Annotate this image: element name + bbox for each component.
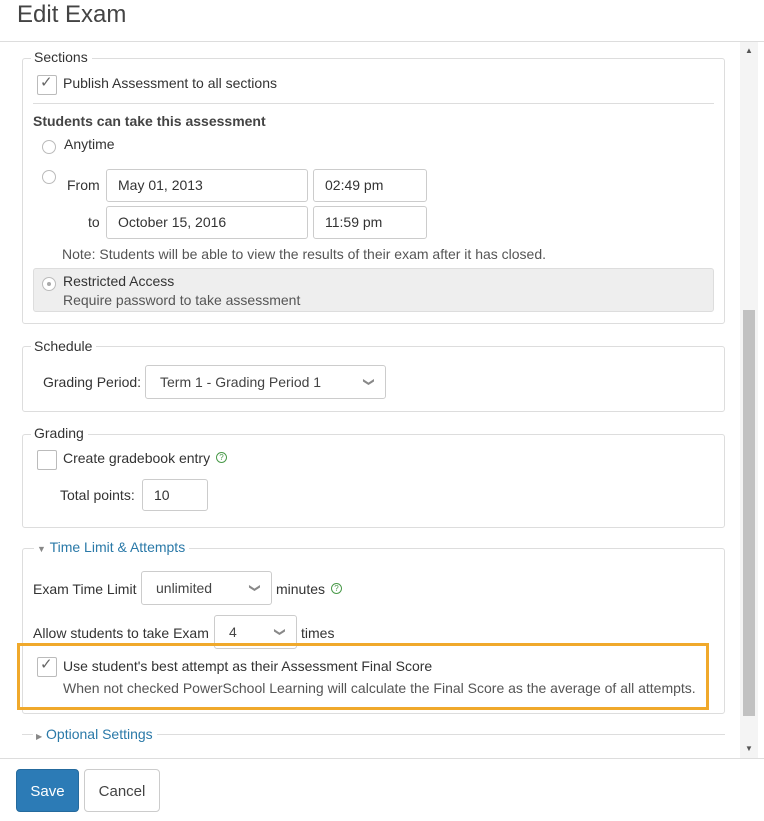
restricted-access-title: Restricted Access (63, 273, 175, 289)
chevron-down-icon: ❯ (273, 627, 286, 637)
grading-fieldset (22, 434, 725, 528)
date-range-radio[interactable] (42, 170, 56, 184)
exam-time-limit-select[interactable]: unlimited ❯ (141, 571, 272, 605)
availability-title: Students can take this assessment (33, 113, 266, 129)
to-time-input[interactable]: 11:59 pm (313, 206, 427, 239)
best-attempt-label: Use student's best attempt as their Asse… (63, 658, 433, 674)
attempts-label: Allow students to take Exam (33, 625, 209, 641)
footer-divider (0, 758, 764, 759)
time-limit-legend[interactable]: ▼ Time Limit & Attempts (34, 538, 190, 558)
expanded-triangle-icon: ▼ (37, 544, 46, 554)
grading-period-select[interactable]: Term 1 - Grading Period 1 ❯ (145, 365, 386, 399)
header-divider (0, 41, 764, 42)
gradebook-entry-label: Create gradebook entry (63, 450, 211, 466)
minutes-label: minutes (276, 581, 326, 597)
help-icon[interactable]: ? (216, 452, 227, 463)
time-limit-legend-label: Time Limit & Attempts (49, 539, 186, 555)
from-time-input[interactable]: 02:49 pm (313, 169, 427, 202)
exam-time-limit-label: Exam Time Limit (33, 581, 137, 597)
gradebook-entry-checkbox[interactable] (37, 450, 57, 470)
from-label: From (67, 177, 100, 193)
exam-time-limit-value: unlimited (156, 580, 213, 596)
anytime-radio[interactable] (42, 140, 56, 154)
best-attempt-checkbox[interactable] (37, 655, 57, 677)
total-points-input[interactable]: 10 (142, 479, 208, 511)
grading-legend: Grading (31, 424, 88, 442)
to-date-input[interactable]: October 15, 2016 (106, 206, 308, 239)
cancel-button[interactable]: Cancel (84, 769, 160, 812)
restricted-access-radio[interactable] (42, 277, 56, 291)
publish-all-sections-label: Publish Assessment to all sections (63, 75, 277, 91)
grading-period-value: Term 1 - Grading Period 1 (160, 374, 322, 390)
sections-divider (33, 103, 714, 104)
scroll-down-icon[interactable]: ▼ (740, 742, 758, 756)
sections-legend: Sections (31, 48, 92, 66)
save-button[interactable]: Save (16, 769, 79, 812)
from-date-input[interactable]: May 01, 2013 (106, 169, 308, 202)
optional-settings-label: Optional Settings (46, 726, 153, 742)
optional-settings-toggle[interactable]: ▶ Optional Settings (33, 725, 157, 746)
best-attempt-desc: When not checked PowerSchool Learning wi… (63, 680, 696, 696)
times-label: times (301, 625, 335, 641)
schedule-legend: Schedule (31, 337, 97, 355)
chevron-down-icon: ❯ (362, 377, 375, 387)
attempts-value: 4 (229, 624, 237, 640)
chevron-down-icon: ❯ (248, 583, 261, 593)
collapsed-triangle-icon: ▶ (36, 732, 43, 741)
anytime-label: Anytime (64, 136, 115, 152)
page-title: Edit Exam (17, 1, 127, 28)
to-label: to (88, 214, 100, 230)
scrollbar-thumb[interactable] (743, 310, 755, 716)
grading-period-label: Grading Period: (43, 374, 142, 390)
restricted-access-desc: Require password to take assessment (63, 292, 301, 308)
results-note: Note: Students will be able to view the … (62, 246, 547, 262)
publish-all-sections-checkbox[interactable] (37, 73, 57, 95)
help-icon[interactable]: ? (331, 583, 342, 594)
total-points-label: Total points: (60, 487, 135, 503)
best-attempt-highlight (17, 643, 709, 710)
scroll-up-icon[interactable]: ▲ (740, 44, 758, 58)
